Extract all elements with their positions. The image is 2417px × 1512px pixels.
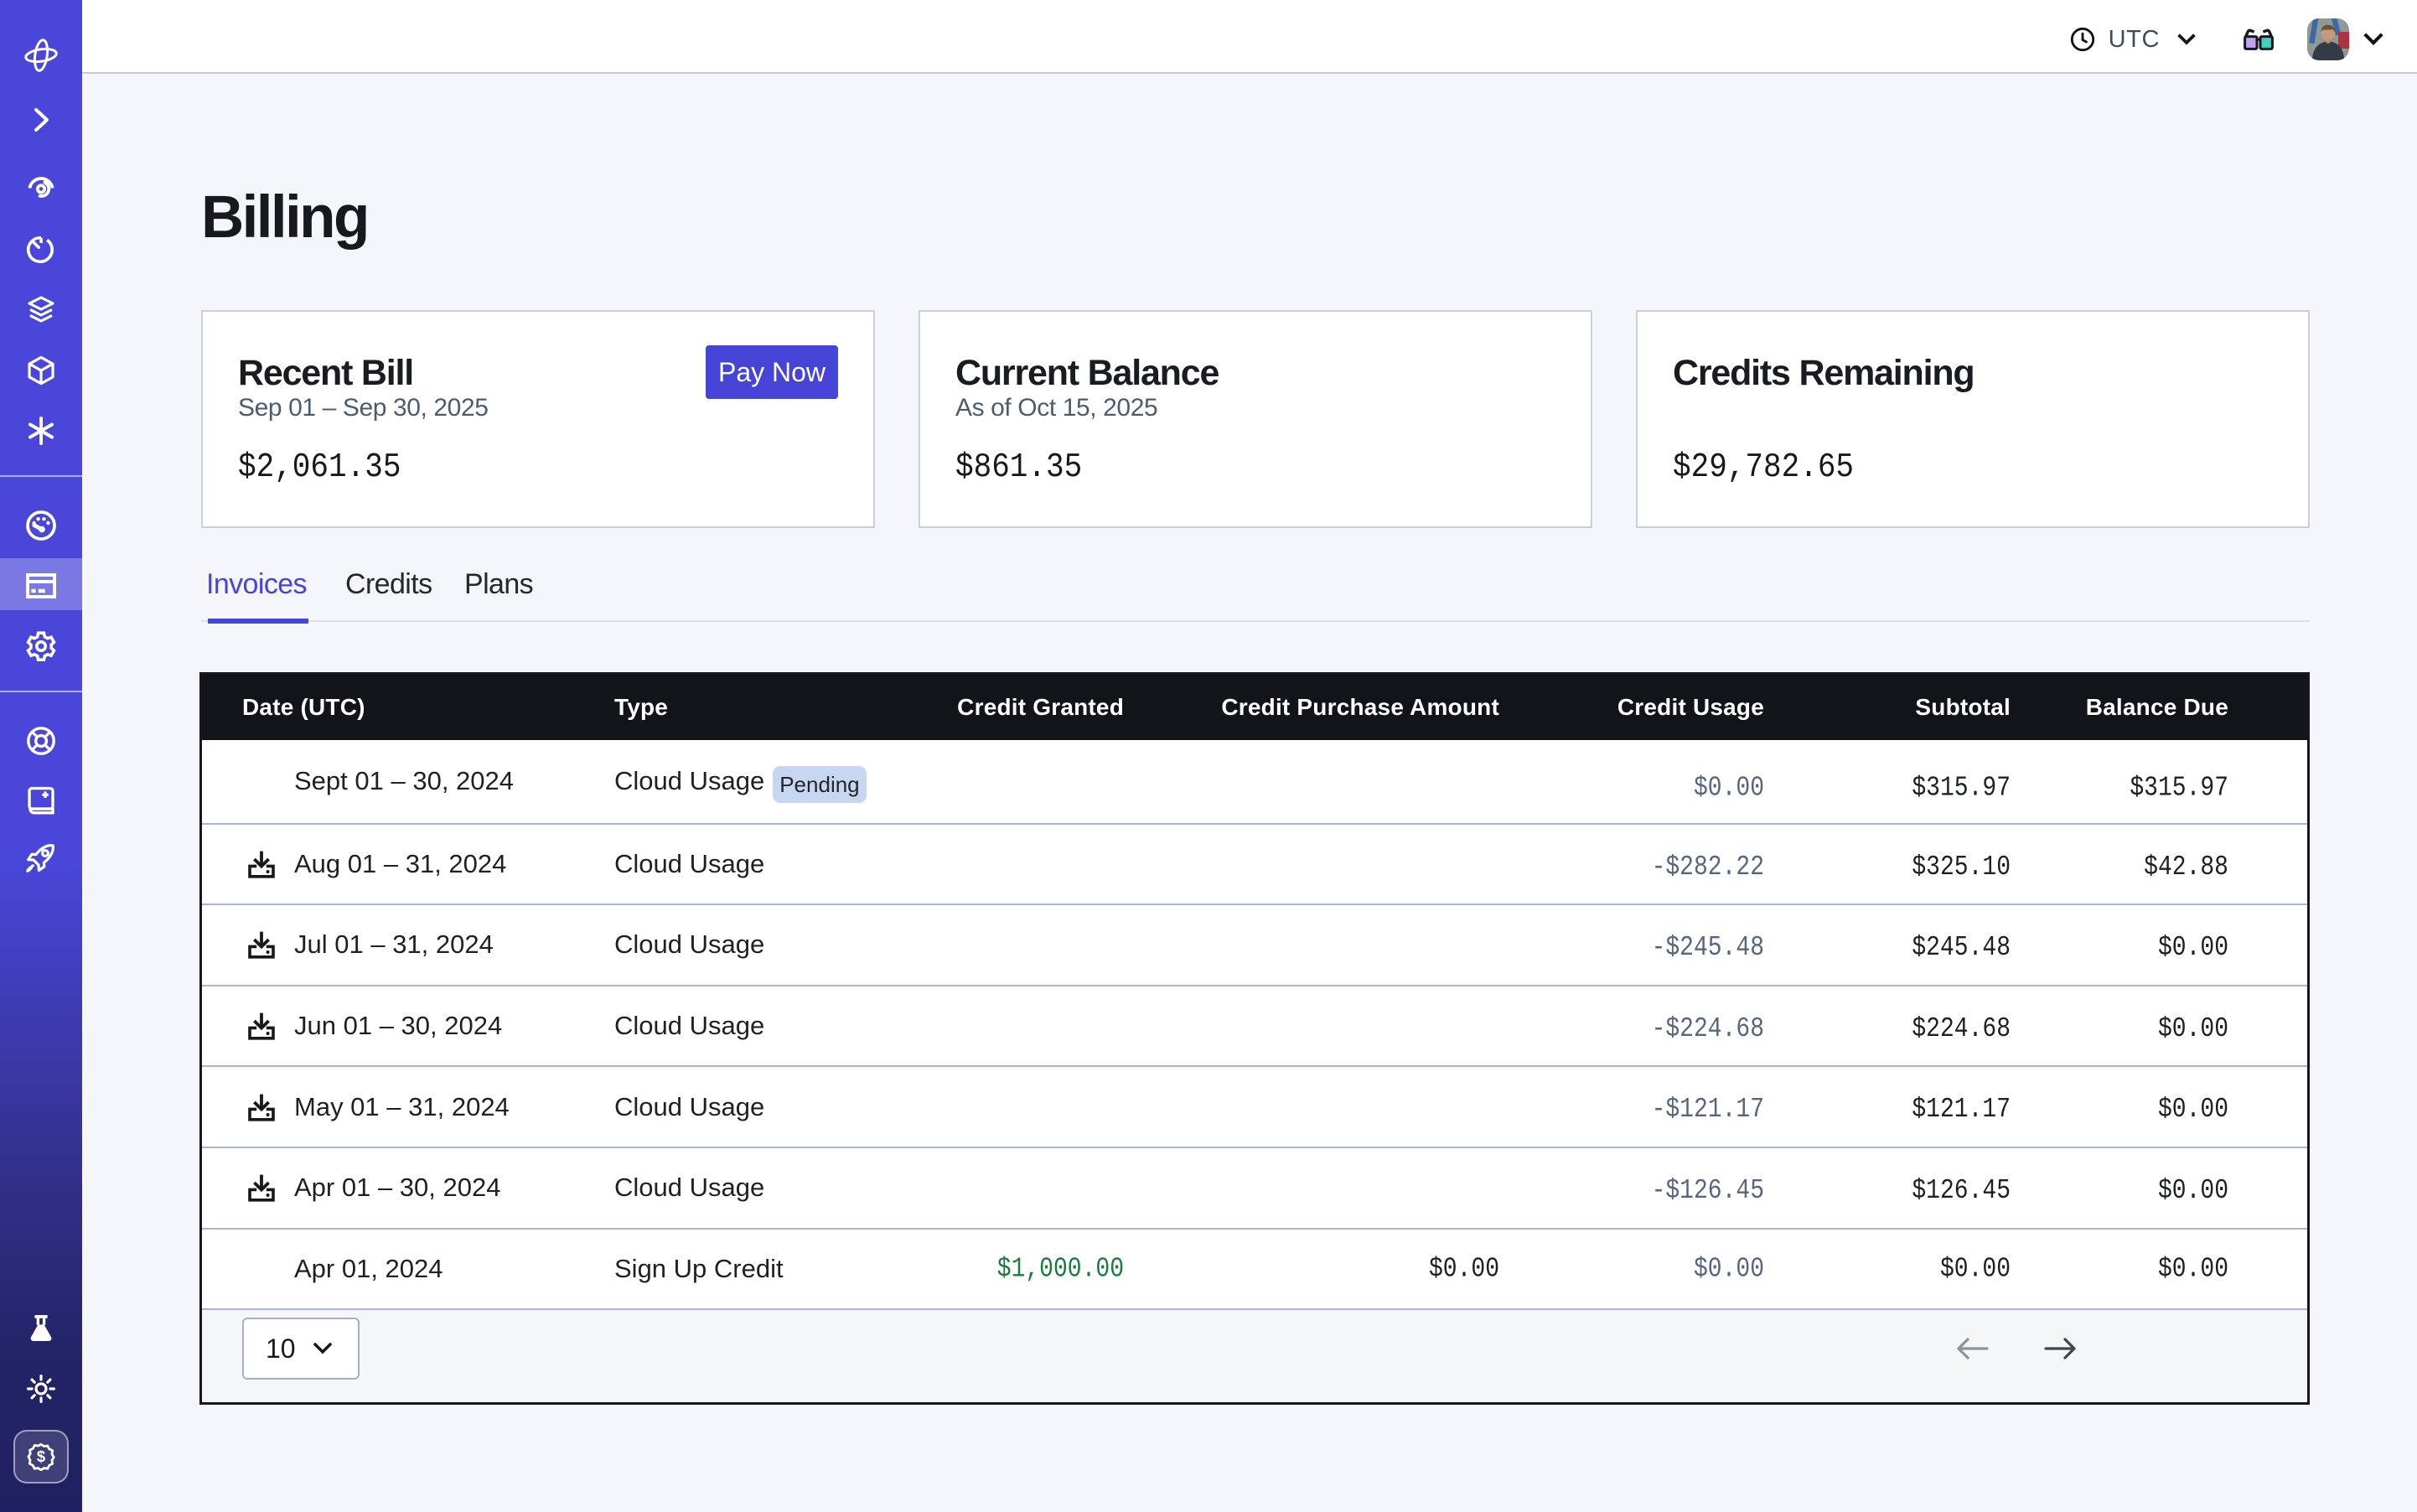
svg-text:$: $ (37, 1447, 45, 1465)
